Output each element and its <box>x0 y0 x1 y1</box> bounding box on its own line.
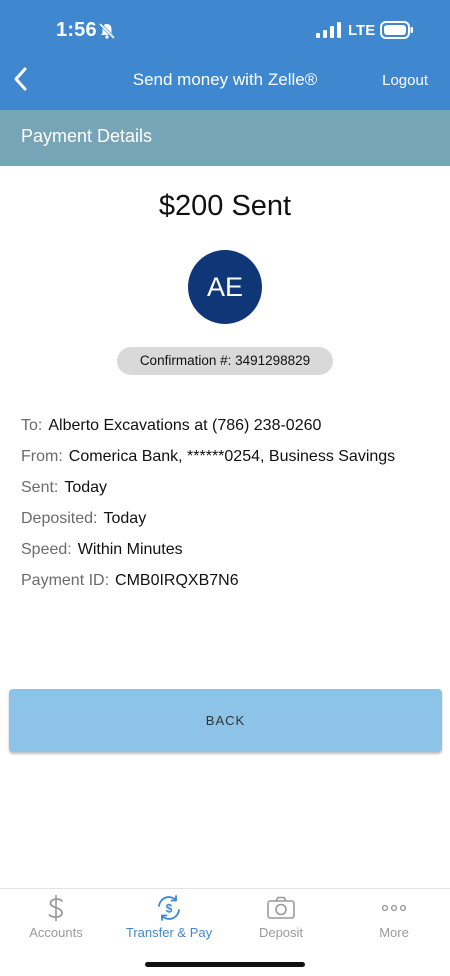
tab-transfer-pay[interactable]: $ Transfer & Pay <box>113 889 225 949</box>
tab-more[interactable]: More <box>338 889 450 949</box>
detail-label: To: <box>21 417 43 434</box>
status-time: 1:56 <box>56 19 97 41</box>
home-indicator <box>145 962 305 967</box>
detail-row-deposited: Deposited: Today <box>21 510 441 541</box>
detail-row-payment-id: Payment ID: CMB0IRQXB7N6 <box>21 572 441 603</box>
back-button[interactable]: BACK <box>9 689 442 752</box>
detail-value: Alberto Excavations at (786) 238-0260 <box>48 417 322 434</box>
detail-row-sent: Sent: Today <box>21 479 441 510</box>
nav-bar: Send money with Zelle® Logout <box>0 60 450 110</box>
status-bar: 1:56 LTE <box>0 0 450 60</box>
logout-link[interactable]: Logout <box>382 72 428 89</box>
tab-label: More <box>379 925 409 940</box>
detail-value: CMB0IRQXB7N6 <box>115 572 239 589</box>
signal-icon <box>316 22 341 38</box>
battery-icon <box>380 21 413 39</box>
detail-label: Speed: <box>21 541 72 558</box>
section-header: Payment Details <box>0 110 450 166</box>
svg-text:$: $ <box>166 902 173 916</box>
detail-label: Payment ID: <box>21 572 110 589</box>
more-dots-icon <box>381 904 407 912</box>
tab-deposit[interactable]: Deposit <box>225 889 337 949</box>
camera-icon <box>267 896 295 919</box>
detail-label: Sent: <box>21 479 59 496</box>
tab-label: Accounts <box>29 925 83 940</box>
detail-label: From: <box>21 448 63 465</box>
detail-value: Within Minutes <box>77 541 183 558</box>
top-bar: 1:56 LTE Send money with Zelle® Logout <box>0 0 450 110</box>
network-type: LTE <box>348 22 376 39</box>
bell-muted-icon <box>98 22 116 40</box>
dollar-icon <box>48 895 63 921</box>
detail-value: Comerica Bank, ******0254, Business Savi… <box>68 448 396 465</box>
payment-details: To: Alberto Excavations at (786) 238-0260… <box>21 417 441 603</box>
section-title: Payment Details <box>21 126 153 146</box>
amount-sent: $200 Sent <box>158 190 292 222</box>
detail-row-speed: Speed: Within Minutes <box>21 541 441 572</box>
transfer-icon: $ <box>158 895 180 921</box>
detail-value: Today <box>103 510 147 527</box>
detail-value: Today <box>64 479 108 496</box>
detail-row-from: From: Comerica Bank, ******0254, Business… <box>21 448 441 479</box>
tab-accounts[interactable]: Accounts <box>0 889 112 949</box>
detail-row-to: To: Alberto Excavations at (786) 238-0260 <box>21 417 441 448</box>
tab-label: Deposit <box>258 925 304 940</box>
confirmation-badge: Confirmation #: 3491298829 <box>117 347 333 375</box>
avatar: AE <box>188 250 262 324</box>
tab-label: Transfer & Pay <box>125 925 213 940</box>
detail-label: Deposited: <box>21 510 98 527</box>
